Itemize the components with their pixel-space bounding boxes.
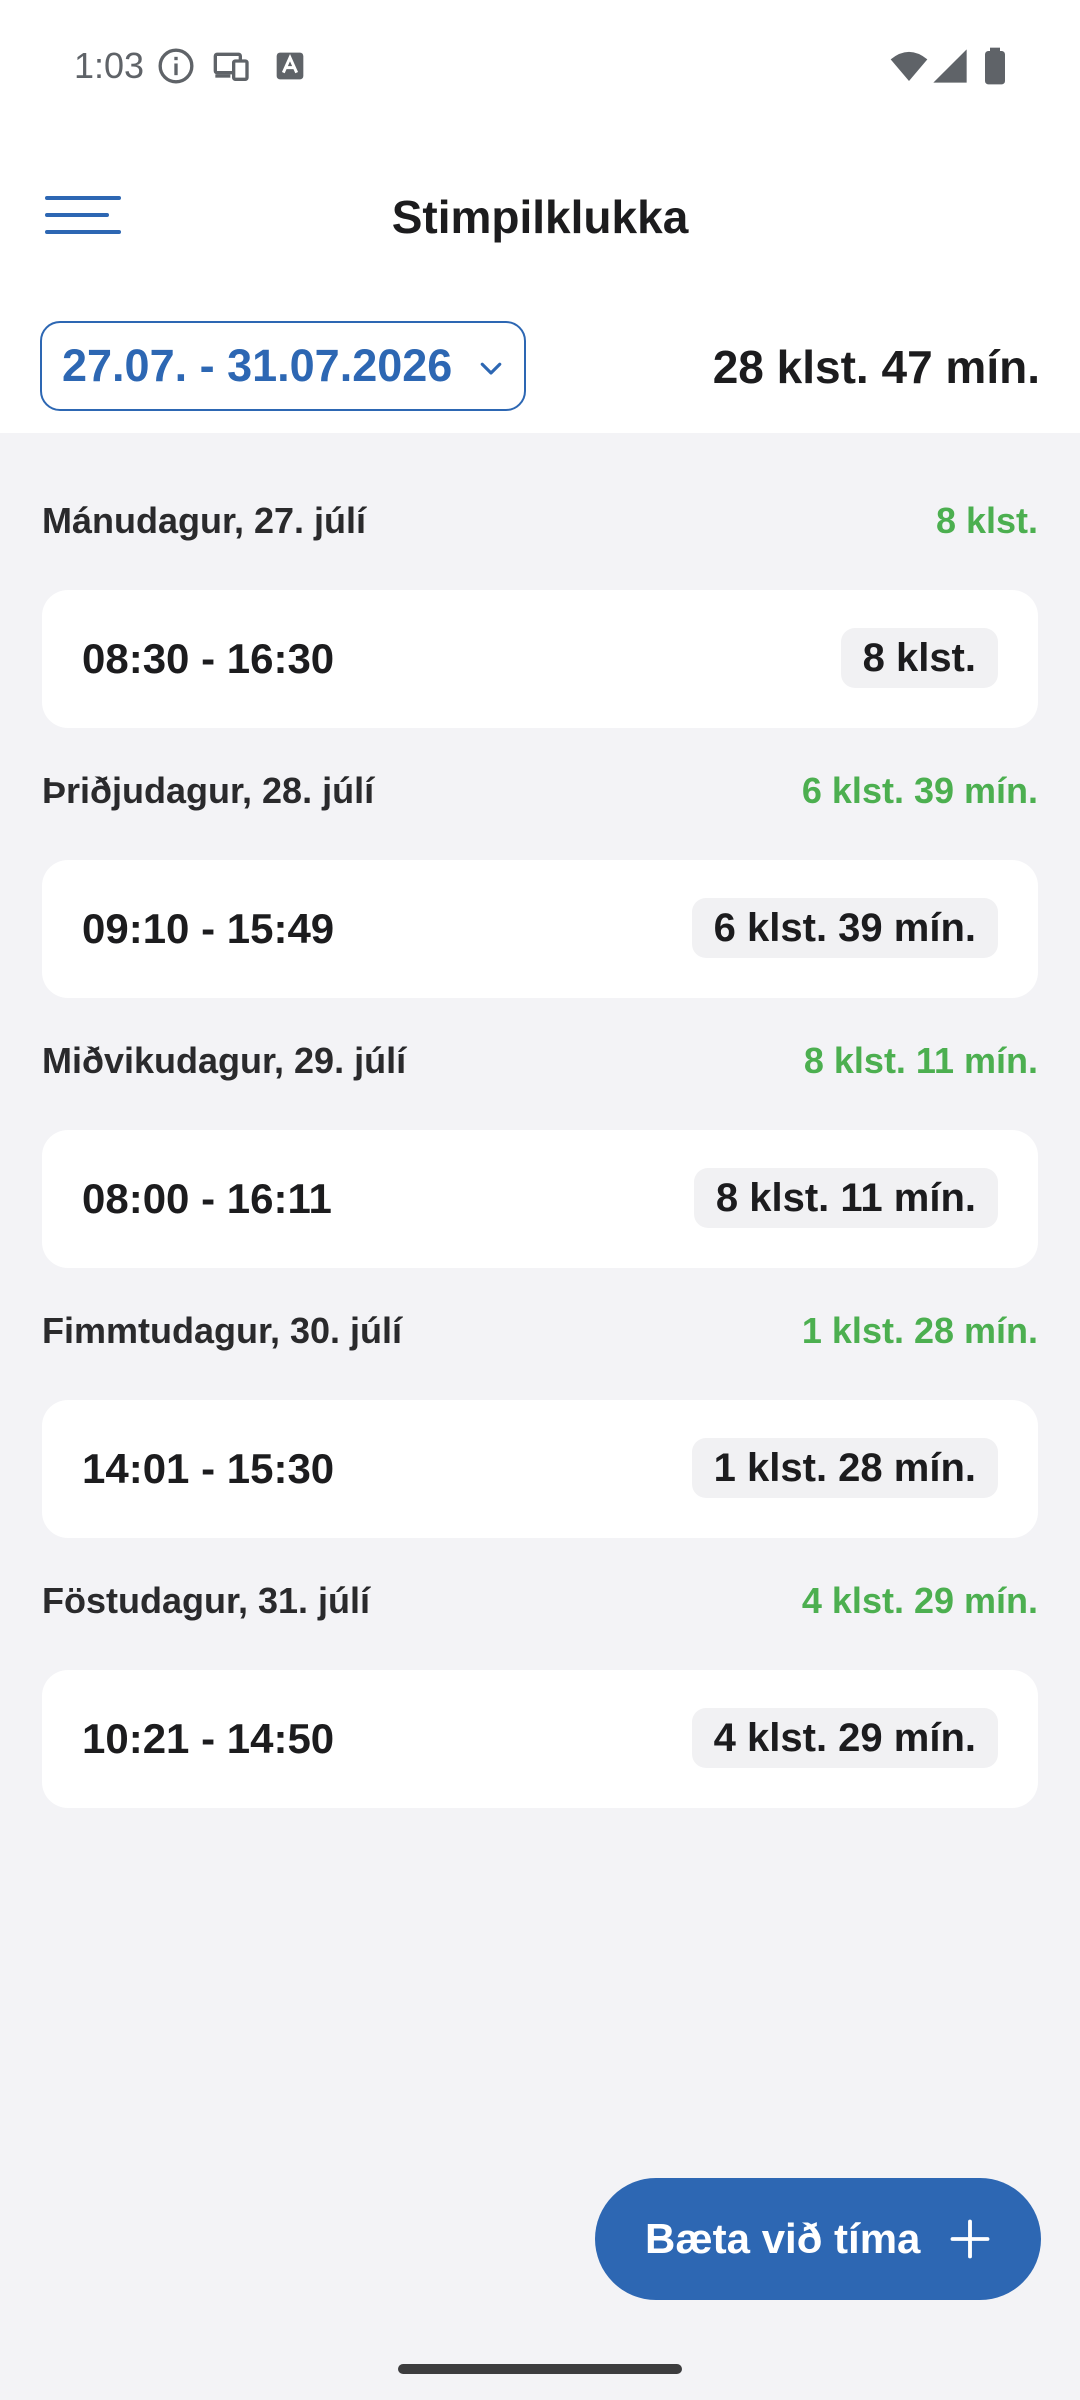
time-entry-card[interactable]: 08:00 - 16:11 8 klst. 11 mín. <box>42 1130 1038 1268</box>
day-total: 6 klst. 39 mín. <box>801 770 1038 811</box>
entry-duration-badge: 4 klst. 29 mín. <box>691 1708 998 1768</box>
day-header: Mánudagur, 27. júlí 8 klst. <box>42 490 1038 560</box>
entry-duration-badge: 8 klst. 11 mín. <box>693 1168 998 1228</box>
day-name: Fimmtudagur, 30. júlí <box>42 1310 403 1351</box>
keyboard-icon <box>270 46 310 86</box>
day-total: 1 klst. 28 mín. <box>801 1310 1038 1351</box>
time-entry-card[interactable]: 09:10 - 15:49 6 klst. 39 mín. <box>42 860 1038 998</box>
entry-time-range: 08:00 - 16:11 <box>82 1175 332 1222</box>
menu-button[interactable] <box>40 186 126 248</box>
day-header: Föstudagur, 31. júlí 4 klst. 29 mín. <box>42 1570 1038 1640</box>
day-name: Miðvikudagur, 29. júlí <box>42 1040 407 1081</box>
day-header: Miðvikudagur, 29. júlí 8 klst. 11 mín. <box>42 1030 1038 1100</box>
status-bar: 1:03 <box>0 0 1080 132</box>
day-total: 8 klst. <box>935 500 1038 541</box>
cast-icon <box>212 46 252 86</box>
entry-time-range: 09:10 - 15:49 <box>82 905 335 952</box>
entry-time-range: 14:01 - 15:30 <box>82 1445 335 1492</box>
day-total: 8 klst. 11 mín. <box>803 1040 1038 1081</box>
entry-duration-badge: 6 klst. 39 mín. <box>691 898 998 958</box>
signal-icon <box>930 46 970 86</box>
week-total: 28 klst. 47 mín. <box>712 341 1040 393</box>
add-time-button[interactable]: Bæta við tíma <box>595 2178 1041 2300</box>
day-name: Þriðjudagur, 28. júlí <box>42 770 375 811</box>
entry-time-range: 10:21 - 14:50 <box>82 1715 335 1762</box>
entry-duration-badge: 8 klst. <box>840 628 998 688</box>
day-header: Þriðjudagur, 28. júlí 6 klst. 39 mín. <box>42 760 1038 830</box>
hamburger-menu-icon <box>45 196 121 234</box>
time-entry-card[interactable]: 14:01 - 15:30 1 klst. 28 mín. <box>42 1400 1038 1538</box>
day-group: Mánudagur, 27. júlí 8 klst. 08:30 - 16:3… <box>42 490 1038 760</box>
day-list: Mánudagur, 27. júlí 8 klst. 08:30 - 16:3… <box>42 490 1038 1840</box>
date-range-dropdown[interactable]: 27.07. - 31.07.2026 <box>40 321 526 411</box>
battery-icon <box>978 46 1012 86</box>
day-group: Miðvikudagur, 29. júlí 8 klst. 11 mín. 0… <box>42 1030 1038 1300</box>
day-total: 4 klst. 29 mín. <box>801 1580 1038 1621</box>
day-header: Fimmtudagur, 30. júlí 1 klst. 28 mín. <box>42 1300 1038 1370</box>
entry-time-range: 08:30 - 16:30 <box>82 635 335 682</box>
date-range-label: 27.07. - 31.07.2026 <box>62 340 453 391</box>
day-group: Fimmtudagur, 30. júlí 1 klst. 28 mín. 14… <box>42 1300 1038 1570</box>
add-time-label: Bæta við tíma <box>645 2215 921 2262</box>
time-entry-card[interactable]: 10:21 - 14:50 4 klst. 29 mín. <box>42 1670 1038 1808</box>
day-name: Mánudagur, 27. júlí <box>42 500 367 541</box>
wifi-icon <box>888 46 930 86</box>
gesture-bar[interactable] <box>398 2364 682 2374</box>
status-time: 1:03 <box>74 45 145 86</box>
info-icon <box>156 46 196 86</box>
chevron-down-icon <box>476 353 506 383</box>
entry-duration-badge: 1 klst. 28 mín. <box>691 1438 998 1498</box>
time-entry-card[interactable]: 08:30 - 16:30 8 klst. <box>42 590 1038 728</box>
plus-icon <box>949 2218 991 2260</box>
day-name: Föstudagur, 31. júlí <box>42 1580 371 1621</box>
day-group: Þriðjudagur, 28. júlí 6 klst. 39 mín. 09… <box>42 760 1038 1030</box>
day-group: Föstudagur, 31. júlí 4 klst. 29 mín. 10:… <box>42 1570 1038 1840</box>
